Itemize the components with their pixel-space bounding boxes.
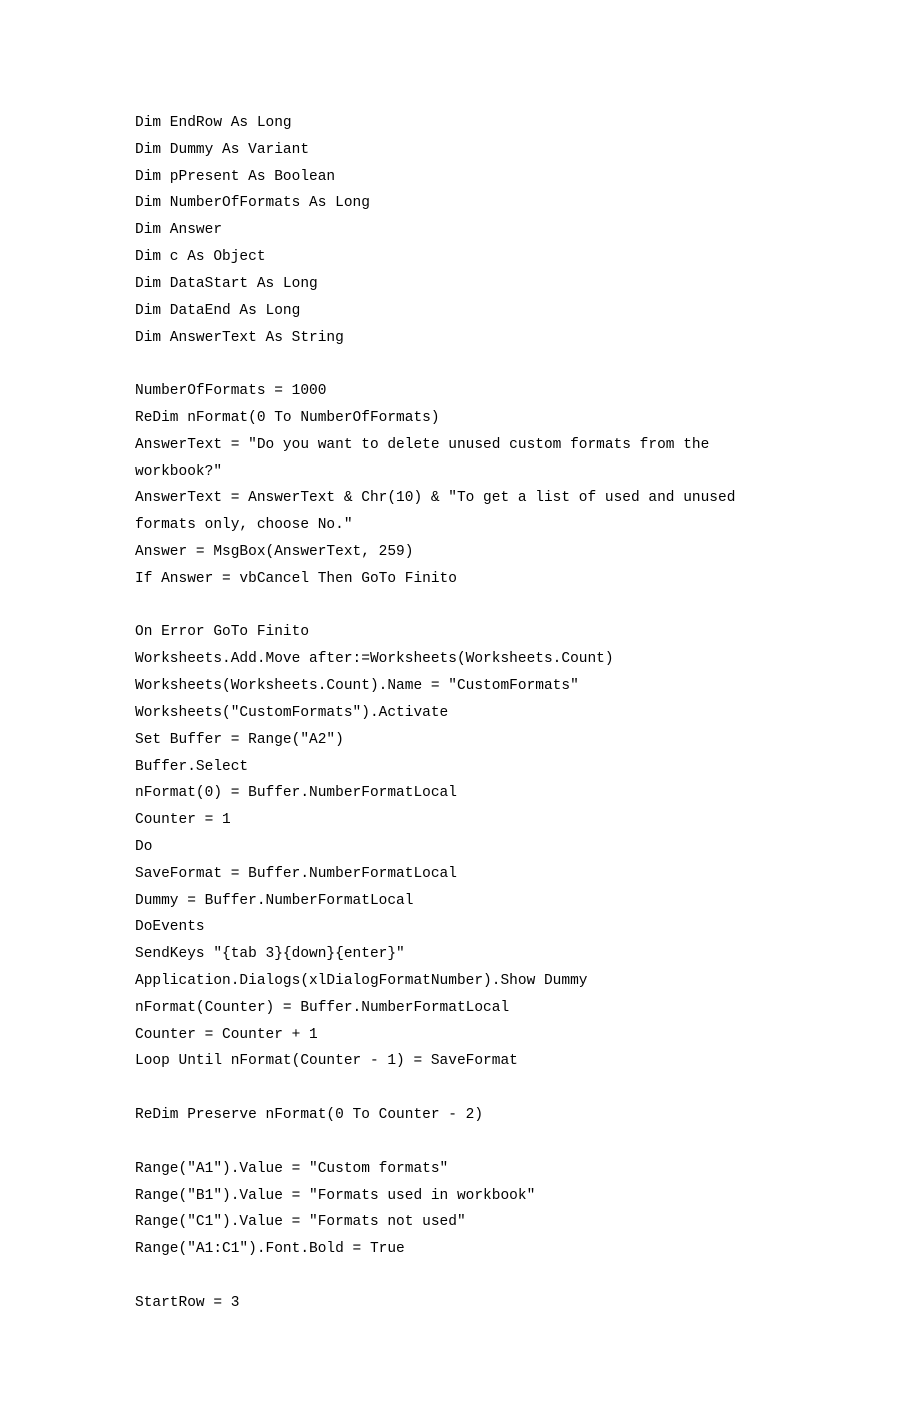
code-line: Answer = MsgBox(AnswerText, 259) [135,539,790,566]
code-line: ReDim nFormat(0 To NumberOfFormats) [135,405,790,432]
code-line: StartRow = 3 [135,1290,790,1317]
code-line: On Error GoTo Finito [135,619,790,646]
code-line: AnswerText = "Do you want to delete unus… [135,432,790,486]
code-line: Worksheets.Add.Move after:=Worksheets(Wo… [135,646,790,673]
code-line: Range("A1:C1").Font.Bold = True [135,1236,790,1263]
blank-line [135,1263,790,1290]
code-line: Dim DataEnd As Long [135,298,790,325]
code-line: Dim pPresent As Boolean [135,164,790,191]
code-line: SendKeys "{tab 3}{down}{enter}" [135,941,790,968]
code-line: AnswerText = AnswerText & Chr(10) & "To … [135,485,790,539]
code-line: If Answer = vbCancel Then GoTo Finito [135,566,790,593]
code-line: Do [135,834,790,861]
code-line: Buffer.Select [135,754,790,781]
code-line: Dim EndRow As Long [135,110,790,137]
code-line: Dim NumberOfFormats As Long [135,190,790,217]
code-line: Dim DataStart As Long [135,271,790,298]
code-line: nFormat(0) = Buffer.NumberFormatLocal [135,780,790,807]
code-line: Counter = Counter + 1 [135,1022,790,1049]
code-line: DoEvents [135,914,790,941]
code-document-page: Dim EndRow As LongDim Dummy As VariantDi… [0,0,920,1427]
code-block: Dim EndRow As LongDim Dummy As VariantDi… [135,110,790,1317]
code-line: Set Buffer = Range("A2") [135,727,790,754]
code-line: Dim Dummy As Variant [135,137,790,164]
code-line: Dim AnswerText As String [135,325,790,352]
code-line: nFormat(Counter) = Buffer.NumberFormatLo… [135,995,790,1022]
blank-line [135,351,790,378]
code-line: Counter = 1 [135,807,790,834]
code-line: ReDim Preserve nFormat(0 To Counter - 2) [135,1102,790,1129]
code-line: Dummy = Buffer.NumberFormatLocal [135,888,790,915]
code-line: Worksheets("CustomFormats").Activate [135,700,790,727]
code-line: Worksheets(Worksheets.Count).Name = "Cus… [135,673,790,700]
code-line: Dim c As Object [135,244,790,271]
code-line: Range("B1").Value = "Formats used in wor… [135,1183,790,1210]
code-line: Range("A1").Value = "Custom formats" [135,1156,790,1183]
code-line: Loop Until nFormat(Counter - 1) = SaveFo… [135,1048,790,1075]
code-line: Application.Dialogs(xlDialogFormatNumber… [135,968,790,995]
blank-line [135,593,790,620]
code-line: Dim Answer [135,217,790,244]
blank-line [135,1129,790,1156]
code-line: NumberOfFormats = 1000 [135,378,790,405]
blank-line [135,1075,790,1102]
code-line: Range("C1").Value = "Formats not used" [135,1209,790,1236]
code-line: SaveFormat = Buffer.NumberFormatLocal [135,861,790,888]
